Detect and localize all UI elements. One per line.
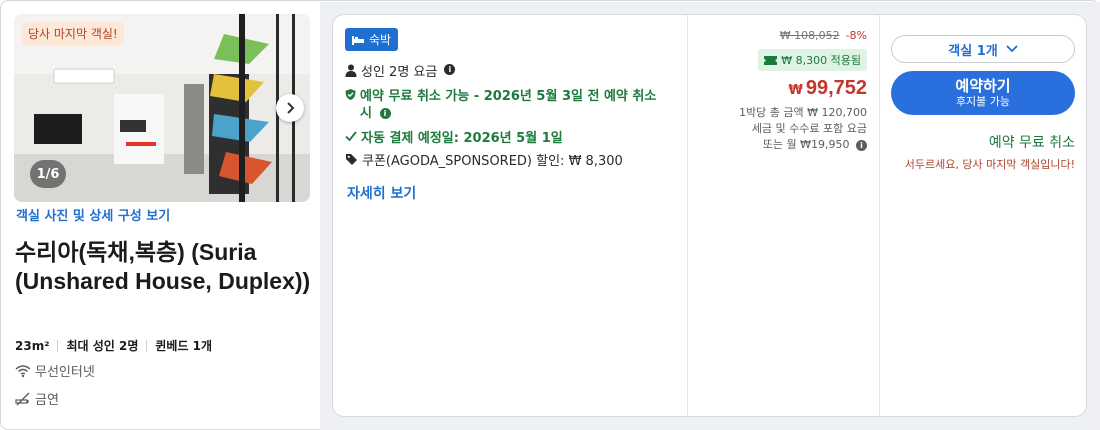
original-price: ₩ 108,052 -8%	[780, 29, 867, 42]
occupancy-rate: 성인 2명 요금 i	[345, 64, 456, 81]
offer-card: 숙박 성인 2명 요금 i 예약 무료 취소 가능 - 2026년 5월 3일 …	[332, 14, 1087, 417]
currency-symbol: ₩	[788, 83, 803, 98]
photo-counter: 1/6	[30, 160, 66, 188]
room-photo[interactable]: 당사 마지막 객실! 1/6	[14, 14, 310, 202]
room-count-select[interactable]: 객실 1개	[891, 35, 1075, 63]
divider	[57, 339, 59, 352]
cancellation-policy: 예약 무료 취소 가능 - 2026년 5월 3일 전 예약 취소 시 i	[345, 88, 665, 122]
no-smoking-icon	[15, 392, 30, 405]
coupon-discount: 쿠폰(AGODA_SPONSORED) 할인: ₩ 8,300	[345, 153, 623, 170]
chevron-right-icon	[287, 102, 295, 114]
price-note-total: 1박당 총 금액 ₩ 120,700	[739, 106, 867, 119]
price-note-monthly: 또는 월 ₩19,950 i	[697, 137, 867, 153]
stay-tag: 숙박	[345, 28, 399, 51]
room-specs: 23m² 최대 성인 2명 퀸베드 1개	[15, 337, 212, 354]
room-photos-link[interactable]: 객실 사진 및 상세 구성 보기	[16, 205, 170, 224]
book-now-button[interactable]: 예약하기 후지불 가능	[891, 71, 1075, 115]
final-price: ₩ 99,752	[788, 77, 867, 100]
ticket-icon	[764, 55, 778, 65]
bed-icon	[352, 35, 364, 45]
amenity-no-smoking: 금연	[15, 389, 59, 408]
stay-tag-label: 숙박	[369, 33, 392, 47]
room-size: 23m²	[15, 338, 50, 353]
original-price-value: ₩ 108,052	[779, 29, 840, 42]
info-icon[interactable]: i	[856, 139, 867, 151]
final-price-value: 99,752	[805, 77, 867, 99]
book-now-label: 예약하기	[955, 77, 1011, 95]
shield-check-icon	[345, 88, 356, 101]
bed-type: 퀸베드 1개	[155, 339, 213, 353]
cancellation-text: 예약 무료 취소 가능 - 2026년 5월 3일 전 예약 취소 시 i	[360, 89, 657, 121]
coupon-label: 쿠폰(AGODA_SPONSORED) 할인: ₩ 8,300	[362, 154, 623, 169]
person-icon	[345, 64, 357, 77]
room-info: 당사 마지막 객실! 1/6 객실 사진 및 상세 구성 보기 수리아(독채,복…	[2, 2, 320, 430]
occupancy-label: 성인 2명 요금	[361, 65, 438, 80]
amenity-label: 무선인터넷	[35, 365, 95, 380]
chevron-down-icon	[1006, 45, 1018, 53]
autopay-label: 자동 결제 예정일: 2026년 5월 1일	[361, 131, 563, 146]
pay-later-label: 후지불 가능	[955, 95, 1011, 108]
price-note-tax: 세금 및 수수료 포함 요금	[751, 122, 867, 135]
info-icon[interactable]: i	[444, 64, 456, 75]
booking-column: 객실 1개 예약하기 후지불 가능 예약 무료 취소 서두르세요, 당사 마지막…	[879, 15, 1087, 416]
coupon-applied-label: ₩ 8,300 적용됨	[781, 54, 861, 67]
room-offer-row: 당사 마지막 객실! 1/6 객실 사진 및 상세 구성 보기 수리아(독채,복…	[0, 0, 1100, 430]
info-icon[interactable]: i	[379, 108, 391, 119]
tag-icon	[346, 154, 357, 165]
amenity-label: 금연	[35, 393, 59, 408]
coupon-applied-badge: ₩ 8,300 적용됨	[758, 49, 867, 71]
see-details-link[interactable]: 자세히 보기	[347, 183, 416, 203]
price-note: 1박당 총 금액 ₩ 120,700 세금 및 수수료 포함 요금 또는 월 ₩…	[697, 105, 867, 153]
wifi-icon	[15, 364, 31, 377]
room-title: 수리아(독채,복층) (Suria (Unshared House, Duple…	[15, 239, 311, 294]
last-room-warning: 서두르세요, 당사 마지막 객실입니다!	[904, 158, 1075, 171]
checkmark-icon	[345, 131, 357, 142]
last-room-badge: 당사 마지막 객실!	[22, 22, 124, 45]
next-photo-button[interactable]	[276, 94, 304, 122]
autopay-date: 자동 결제 예정일: 2026년 5월 1일	[345, 130, 563, 147]
room-count-label: 객실 1개	[948, 43, 998, 59]
offer-panel: 숙박 성인 2명 요금 i 예약 무료 취소 가능 - 2026년 5월 3일 …	[320, 2, 1100, 430]
free-cancellation-label: 예약 무료 취소	[988, 135, 1075, 151]
max-occupancy: 최대 성인 2명	[66, 339, 139, 353]
price-column: ₩ 108,052 -8% ₩ 8,300 적용됨 ₩ 99,752 1박당 총…	[687, 15, 879, 416]
divider	[146, 339, 148, 352]
discount-percent: -8%	[845, 29, 867, 42]
amenity-wifi: 무선인터넷	[15, 361, 95, 380]
